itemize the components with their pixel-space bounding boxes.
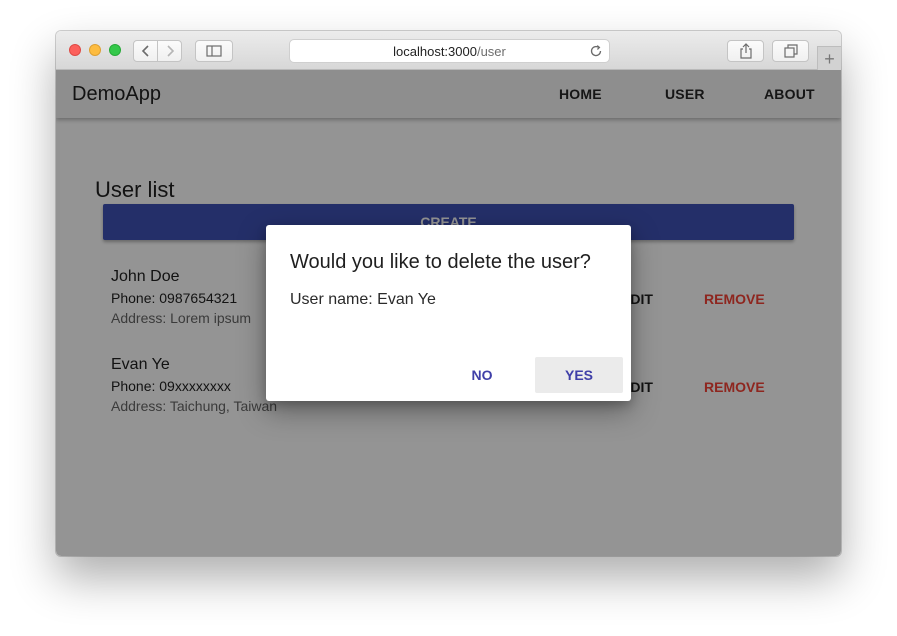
back-button[interactable] bbox=[133, 40, 158, 62]
share-icon bbox=[739, 43, 752, 59]
url-host: localhost:3000 bbox=[393, 43, 477, 59]
dialog-no-button[interactable]: NO bbox=[442, 357, 522, 393]
tabs-icon bbox=[783, 44, 798, 58]
dialog-body: User name: Evan Ye bbox=[290, 291, 436, 308]
browser-toolbar: localhost:3000/user + bbox=[56, 31, 841, 70]
show-tabs-button[interactable] bbox=[772, 40, 809, 62]
sidebar-icon bbox=[206, 45, 222, 57]
sidebar-toggle-button[interactable] bbox=[195, 40, 233, 62]
forward-button[interactable] bbox=[157, 40, 182, 62]
chevron-right-icon bbox=[166, 45, 174, 57]
browser-window: localhost:3000/user + DemoApp HOME USER … bbox=[56, 31, 841, 556]
close-window-icon[interactable] bbox=[69, 44, 81, 56]
minimize-window-icon[interactable] bbox=[89, 44, 101, 56]
delete-confirm-dialog: Would you like to delete the user? User … bbox=[266, 225, 631, 401]
share-button[interactable] bbox=[727, 40, 764, 62]
page-viewport: DemoApp HOME USER ABOUT User list CREATE… bbox=[56, 70, 841, 556]
reload-icon[interactable] bbox=[589, 44, 603, 58]
address-bar[interactable]: localhost:3000/user bbox=[289, 39, 610, 63]
chevron-left-icon bbox=[141, 45, 149, 57]
new-tab-button[interactable]: + bbox=[817, 46, 841, 70]
dialog-yes-button[interactable]: YES bbox=[535, 357, 623, 393]
dialog-title: Would you like to delete the user? bbox=[290, 251, 591, 273]
url-path: /user bbox=[476, 43, 506, 59]
zoom-window-icon[interactable] bbox=[109, 44, 121, 56]
plus-icon: + bbox=[824, 48, 835, 69]
